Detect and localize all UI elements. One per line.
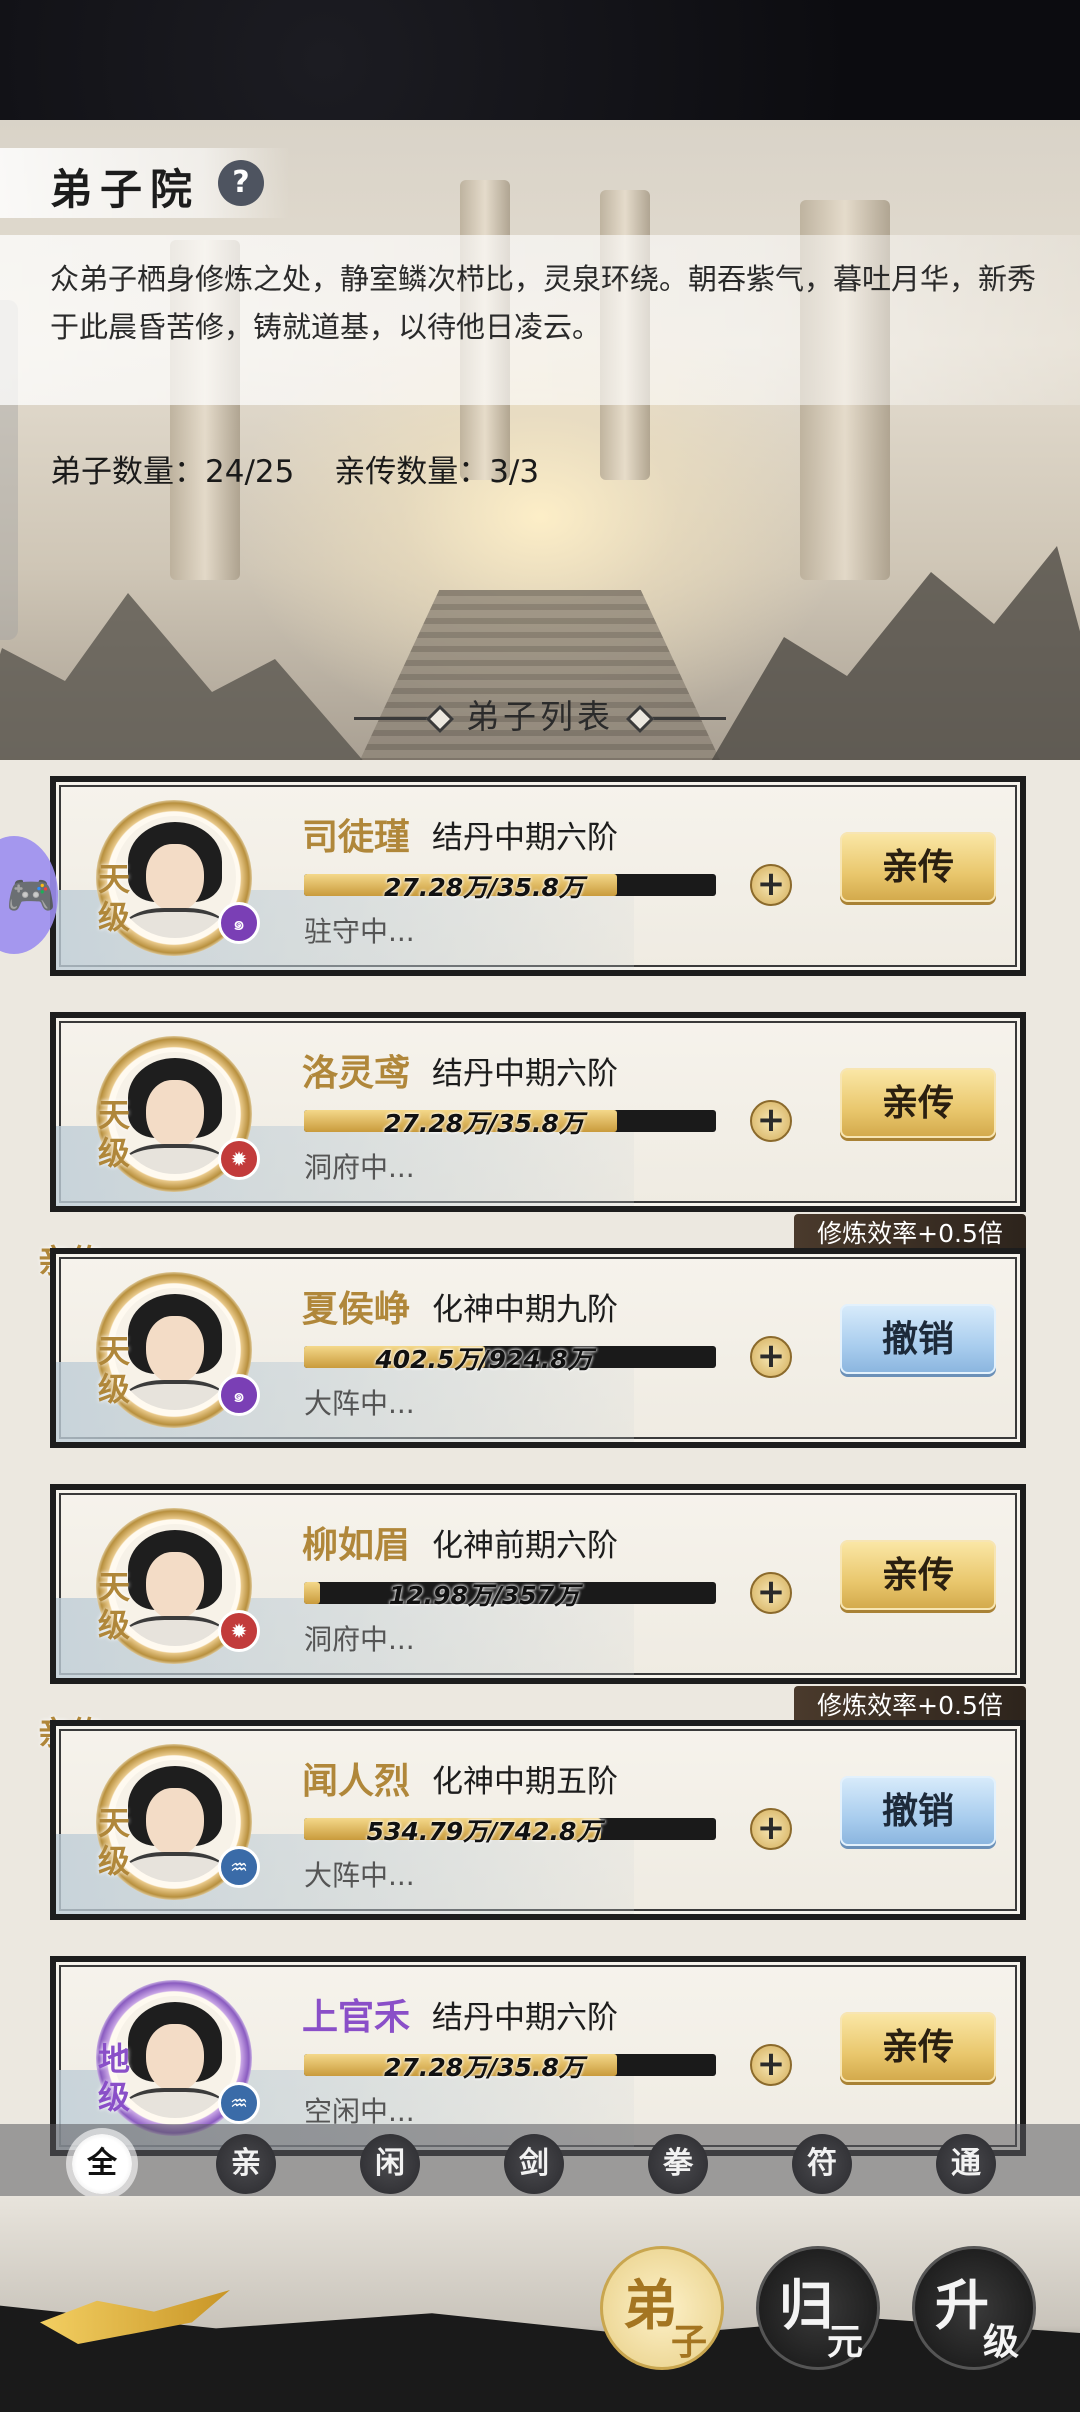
filter-tab[interactable]: 拳 [648, 2134, 708, 2194]
disciple-card[interactable]: 天级 ✹ 洛灵鸢 结丹中期六阶 27.28万/35.8万 + 洞府中... 亲传 [50, 1012, 1026, 1212]
nav-label-main: 弟 [623, 2273, 677, 2337]
cultivation-realm: 化神中期五阶 [432, 1764, 618, 1800]
disciple-name: 柳如眉 [302, 1524, 411, 1566]
list-header: 弟子列表 [0, 690, 1080, 738]
progress-text: 402.5万/924.8万 [375, 1345, 593, 1374]
add-exp-button[interactable]: + [750, 1572, 792, 1614]
revoke-button[interactable]: 撤销 [840, 1776, 996, 1846]
grade-label: 天级 [98, 1096, 131, 1172]
appoint-inner-button[interactable]: 亲传 [840, 2012, 996, 2082]
add-exp-button[interactable]: + [750, 864, 792, 906]
progress-text: 27.28万/35.8万 [384, 1109, 584, 1138]
revoke-button[interactable]: 撤销 [840, 1304, 996, 1374]
progress-bar: 12.98万/357万 [304, 1581, 716, 1610]
disciple-card[interactable]: 天级 ๑ 夏侯峥 化神中期九阶 402.5万/924.8万 + 大阵中... 撤… [50, 1248, 1026, 1448]
disciple-card[interactable]: 天级 ๑ 司徒瑾 结丹中期六阶 27.28万/35.8万 + 驻守中... 亲传 [50, 776, 1026, 976]
swirl-icon: ๑ [218, 1374, 260, 1416]
disciple-name: 司徒瑾 [302, 816, 411, 858]
water-icon: ♒ [218, 1846, 260, 1888]
disciple-card[interactable]: 天级 ♒ 闻人烈 化神中期五阶 534.79万/742.8万 + 大阵中... … [50, 1720, 1026, 1920]
nav-label-main: 归 [779, 2273, 833, 2337]
disciple-name: 闻人烈 [302, 1760, 411, 1802]
count-line: 弟子数量：24/25 亲传数量：3/3 [50, 446, 569, 491]
bottom-nav-button[interactable]: 弟子 [600, 2246, 724, 2370]
disciple-status: 驻守中... [304, 915, 415, 948]
add-exp-button[interactable]: + [750, 1336, 792, 1378]
disciple-count: 弟子数量：24/25 [50, 454, 295, 490]
grade-label: 地级 [98, 2040, 131, 2116]
page-title: 弟子院 [50, 165, 201, 214]
disciple-status: 洞府中... [304, 1151, 415, 1184]
nav-label-main: 升 [935, 2273, 989, 2337]
progress-bar: 534.79万/742.8万 [304, 1817, 716, 1846]
disciple-name: 洛灵鸢 [302, 1052, 411, 1094]
progress-bar: 27.28万/35.8万 [304, 873, 716, 902]
filter-tab[interactable]: 通 [936, 2134, 996, 2194]
add-exp-button[interactable]: + [750, 1100, 792, 1142]
list-title: 弟子列表 [466, 697, 614, 736]
filter-tab[interactable]: 亲 [216, 2134, 276, 2194]
question-icon[interactable]: ? [218, 160, 264, 206]
progress-bar: 27.28万/35.8万 [304, 1109, 716, 1138]
appoint-inner-button[interactable]: 亲传 [840, 1540, 996, 1610]
ornament-left-icon [354, 717, 444, 720]
disciple-status: 大阵中... [304, 1387, 415, 1420]
grade-label: 天级 [98, 1804, 131, 1880]
disciple-card[interactable]: 天级 ✹ 柳如眉 化神前期六阶 12.98万/357万 + 洞府中... 亲传 [50, 1484, 1026, 1684]
filter-tab[interactable]: 剑 [504, 2134, 564, 2194]
progress-bar: 402.5万/924.8万 [304, 1345, 716, 1374]
add-exp-button[interactable]: + [750, 2044, 792, 2086]
progress-text: 27.28万/35.8万 [384, 873, 584, 902]
cultivation-realm: 结丹中期六阶 [432, 2000, 618, 2036]
cultivation-realm: 结丹中期六阶 [432, 820, 618, 856]
filter-tab[interactable]: 闲 [360, 2134, 420, 2194]
filter-tab[interactable]: 全 [72, 2134, 132, 2194]
water-icon: ♒ [218, 2082, 260, 2124]
appoint-inner-button[interactable]: 亲传 [840, 832, 996, 902]
bottom-nav-button[interactable]: 归元 [756, 2246, 880, 2370]
nav-label-sub: 子 [671, 2321, 708, 2363]
grade-label: 天级 [98, 1568, 131, 1644]
fire-icon: ✹ [218, 1610, 260, 1652]
fire-icon: ✹ [218, 1138, 260, 1180]
bottom-nav-button[interactable]: 升级 [912, 2246, 1036, 2370]
ornament-right-icon [636, 717, 726, 720]
nav-label-sub: 元 [827, 2321, 864, 2363]
cultivation-realm: 结丹中期六阶 [432, 1056, 618, 1092]
swirl-icon: ๑ [218, 902, 260, 944]
progress-bar: 27.28万/35.8万 [304, 2053, 716, 2082]
disciple-status: 洞府中... [304, 1623, 415, 1656]
filter-tab[interactable]: 符 [792, 2134, 852, 2194]
cultivation-realm: 化神前期六阶 [432, 1528, 618, 1564]
disciple-name: 上官禾 [302, 1996, 411, 2038]
progress-text: 534.79万/742.8万 [366, 1817, 602, 1846]
disciple-status: 大阵中... [304, 1859, 415, 1892]
cultivation-realm: 化神中期九阶 [432, 1292, 618, 1328]
grade-label: 天级 [98, 860, 131, 936]
disciple-name: 夏侯峥 [302, 1288, 411, 1330]
nav-label-sub: 级 [983, 2321, 1020, 2363]
status-bar-area [0, 0, 1080, 120]
progress-text: 27.28万/35.8万 [384, 2053, 584, 2082]
add-exp-button[interactable]: + [750, 1808, 792, 1850]
description-text: 众弟子栖身修炼之处，静室鳞次栉比，灵泉环绕。朝吞紫气，暮吐月华，新秀于此晨昏苦修… [50, 262, 1037, 344]
appoint-inner-button[interactable]: 亲传 [840, 1068, 996, 1138]
grade-label: 天级 [98, 1332, 131, 1408]
inner-disciple-count: 亲传数量：3/3 [334, 454, 540, 490]
progress-text: 12.98万/357万 [388, 1581, 580, 1610]
